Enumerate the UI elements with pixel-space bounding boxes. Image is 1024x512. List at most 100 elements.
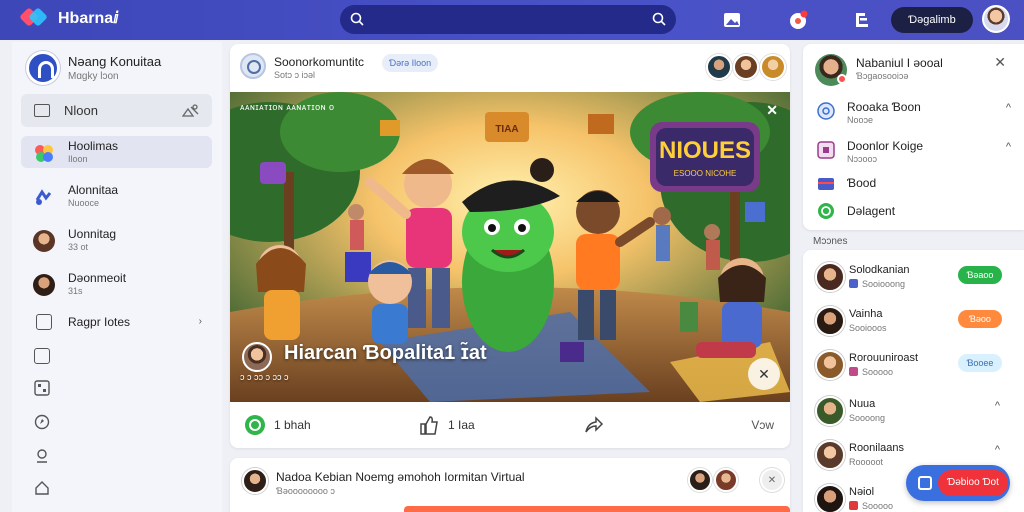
banner-meta: ɔ ɔ ɔɔ ɔ ɔɔ ɔ — [240, 372, 289, 382]
panel-item-label: Doonlor Koige — [847, 139, 924, 153]
person-name: Nəiol — [849, 486, 875, 498]
banner-author-avatar[interactable] — [242, 342, 272, 372]
follow-button[interactable]: Ɓəoo — [958, 310, 1002, 328]
panel-item-1[interactable]: Rooaka Ɓoon Nooɔe ^ — [815, 98, 1015, 126]
compose-icon[interactable] — [852, 10, 872, 30]
panel-item-label: Rooaka Ɓoon — [847, 100, 921, 114]
list-item[interactable]: Nuua Soooong ^ — [803, 388, 1024, 432]
person-sub: Rooooot — [849, 457, 884, 467]
contact-avatar — [33, 230, 55, 252]
participant-avatar[interactable] — [733, 54, 759, 80]
location-icon[interactable] — [34, 448, 50, 464]
person-avatar — [815, 396, 845, 426]
person-avatar — [815, 350, 845, 380]
list-item[interactable]: Solodkanian Sooiooong Ɓəaoo — [803, 254, 1024, 298]
sidebar-search[interactable]: Nloon — [21, 94, 212, 127]
chevron-up-icon[interactable]: ^ — [995, 444, 1000, 456]
compass-icon[interactable] — [34, 414, 50, 430]
floating-action-label: Ɗəbioo Ɗot — [938, 470, 1008, 496]
chevron-up-icon[interactable]: ^ — [995, 400, 1000, 412]
sidebar-item-contact-1[interactable]: Uonnitag 33 ot — [21, 224, 212, 256]
person-avatar — [815, 440, 845, 470]
colorful-star-icon — [35, 145, 53, 162]
shapes-icon[interactable] — [182, 104, 200, 117]
gift-icon — [818, 178, 834, 190]
sidebar-item-home[interactable]: Hoolimas Iloon — [21, 136, 212, 168]
person-name: Nuua — [849, 398, 876, 410]
gallery-icon[interactable] — [722, 10, 742, 30]
chevron-right-icon: › — [198, 316, 202, 327]
floating-action-button[interactable]: Ɗəbioo Ɗot — [906, 465, 1010, 501]
follow-button[interactable]: Ɓəaoo — [958, 266, 1002, 284]
post-author-avatar[interactable] — [240, 53, 266, 79]
close-icon[interactable]: ✕ — [766, 102, 778, 119]
left-sidebar: Nəang Konuitaa Mɑgky lɔon Nloon Hoolimas… — [12, 42, 222, 512]
brand[interactable]: Hbarnaⅈ — [19, 7, 119, 29]
panel-title: Nabaniul I əooal — [856, 56, 943, 70]
person-sub: Sooooo — [849, 367, 893, 377]
sidebar-item-sub: 31s — [68, 286, 83, 296]
user-avatar[interactable] — [982, 5, 1010, 33]
post-media-strip[interactable] — [404, 506, 790, 512]
participant-avatar[interactable] — [688, 468, 712, 492]
panel-subtitle: Ɓɔgaosooiɔə — [856, 71, 909, 81]
list-item[interactable]: Rorouuniroast Sooooo Ɓooee — [803, 342, 1024, 386]
follow-button[interactable]: Ɓooee — [958, 354, 1002, 372]
sidebar-item-label: Hoolimas — [68, 139, 119, 153]
window-icon — [34, 104, 50, 117]
sidebar-item-community[interactable]: Alonnitaa Nuooce — [21, 180, 212, 212]
panel-item-sub: Nooɔe — [847, 115, 874, 125]
person-avatar — [815, 262, 845, 292]
search-submit-icon[interactable] — [651, 11, 667, 27]
panel-item-4[interactable]: Dəlagent — [815, 198, 1015, 226]
profile-avatar — [26, 51, 60, 85]
sidebar-item-label: Dəonmeoit — [68, 271, 127, 285]
panel-item-2[interactable]: Doonlor Koige Nɔɔooɔ ^ — [815, 137, 1015, 165]
participant-avatar[interactable] — [760, 54, 786, 80]
grid-icon[interactable] — [34, 380, 50, 396]
participant-avatar[interactable] — [714, 468, 738, 492]
like-button[interactable]: 1 bhah — [244, 414, 311, 436]
home-icon[interactable] — [34, 480, 50, 496]
sidebar-item-sub: Nuooce — [68, 198, 100, 208]
post-subtitle: Ɓəoooooooo ɔ — [276, 486, 335, 496]
person-name: Roonilaans — [849, 442, 905, 454]
share-button[interactable] — [582, 414, 612, 436]
post-author-avatar[interactable] — [242, 468, 268, 494]
banner-caption: ᴀᴀɴɪᴀᴛɪᴏɴ ᴀᴀɴᴀᴛɪᴏɴ ᴏ — [240, 102, 335, 112]
post-title[interactable]: Soonorkomuntitc — [274, 55, 364, 69]
profile-name: Nəang Konuitaa — [68, 54, 162, 69]
profile-subtitle: Mɑgky lɔon — [68, 71, 119, 82]
view-link[interactable]: Vɔw — [751, 418, 774, 432]
page-icon[interactable] — [34, 348, 50, 364]
sign-subtext: ESOOO NICOHE — [674, 169, 737, 178]
close-icon[interactable]: ✕ — [994, 54, 1006, 71]
account-button[interactable]: Ɗəgalimb — [891, 7, 973, 33]
search-input[interactable] — [374, 9, 644, 29]
notifications-icon[interactable] — [788, 10, 808, 30]
collapse-icon[interactable]: ✕ — [748, 358, 780, 390]
chevron-up-icon[interactable]: ^ — [1006, 102, 1011, 114]
sign-text: NIOUES — [659, 137, 751, 164]
post-title[interactable]: Nadoa Kebian Noemg əmohoh Iormitan Virtu… — [276, 470, 525, 484]
chevron-up-icon[interactable]: ^ — [1006, 141, 1011, 153]
profile-card[interactable]: Nəang Konuitaa Mɑgky lɔon — [26, 51, 161, 85]
right-panel: Nabaniul I əooal Ɓɔgaosooiɔə ✕ Rooaka Ɓo… — [803, 44, 1024, 230]
participant-avatar[interactable] — [706, 54, 732, 80]
panel-item-3[interactable]: Ɓood — [815, 170, 1015, 198]
person-name: Rorouuniroast — [849, 352, 919, 364]
ring-icon — [817, 102, 835, 120]
close-icon[interactable]: ✕ — [760, 468, 784, 492]
app-name: Hbarnaⅈ — [58, 10, 119, 27]
frame-icon — [817, 141, 835, 159]
sidebar-item-label: Ragpr Iotes — [68, 315, 131, 329]
search-bar[interactable] — [340, 5, 676, 34]
list-item[interactable]: Vainha Sooiooos Ɓəoo — [803, 298, 1024, 342]
post-banner-image[interactable]: NIOUES ESOOO NICOHE TIAA ᴀᴀɴɪᴀᴛɪᴏɴ ᴀᴀɴᴀᴛ… — [230, 92, 790, 402]
comment-button[interactable]: 1 Iaa — [418, 414, 475, 436]
sidebar-item-notes[interactable]: Ragpr Iotes › — [21, 306, 212, 338]
comment-count: 1 Iaa — [448, 418, 475, 432]
contact-avatar — [33, 274, 55, 296]
post-tag[interactable]: Ɗərə Iloon — [382, 54, 438, 72]
sidebar-item-contact-2[interactable]: Dəonmeoit 31s — [21, 268, 212, 300]
